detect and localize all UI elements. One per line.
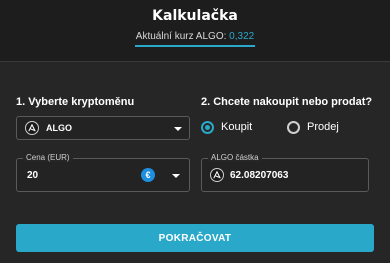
- exchange-rate: Aktuální kurz ALGO: 0,322: [0, 31, 390, 42]
- continue-button[interactable]: POKRAČOVAT: [16, 224, 374, 252]
- step2-title: 2. Chcete nakoupit nebo prodat?: [201, 96, 373, 108]
- amount-field-label: ALGO částka: [208, 153, 262, 162]
- price-field[interactable]: Cena (EUR) 20 €: [16, 153, 190, 192]
- euro-icon[interactable]: €: [141, 168, 155, 182]
- step1-title: 1. Vyberte kryptoměnu: [16, 96, 135, 108]
- price-field-value[interactable]: 20: [27, 170, 38, 181]
- amount-field[interactable]: ALGO částka 62.08207063: [201, 153, 369, 192]
- page-title: Kalkulačka: [152, 8, 238, 24]
- rate-label: Aktuální kurz ALGO:: [135, 31, 227, 42]
- crypto-select[interactable]: ALGO: [16, 116, 190, 140]
- crypto-select-value: ALGO: [46, 123, 72, 133]
- radio-prodej-label[interactable]: Prodej: [307, 121, 339, 133]
- algorand-icon: [210, 168, 224, 182]
- chevron-down-icon[interactable]: [172, 174, 180, 178]
- algorand-icon: [25, 121, 39, 135]
- radio-koupit[interactable]: [201, 121, 214, 134]
- amount-field-value[interactable]: 62.08207063: [230, 170, 288, 181]
- rate-underline: [135, 45, 255, 47]
- radio-koupit-label[interactable]: Koupit: [221, 121, 252, 133]
- price-field-label: Cena (EUR): [23, 153, 73, 162]
- rate-value: 0,322: [229, 31, 255, 42]
- radio-prodej[interactable]: [287, 121, 300, 134]
- calculator-header: Kalkulačka Aktuální kurz ALGO: 0,322: [0, 0, 390, 62]
- chevron-down-icon: [174, 127, 182, 131]
